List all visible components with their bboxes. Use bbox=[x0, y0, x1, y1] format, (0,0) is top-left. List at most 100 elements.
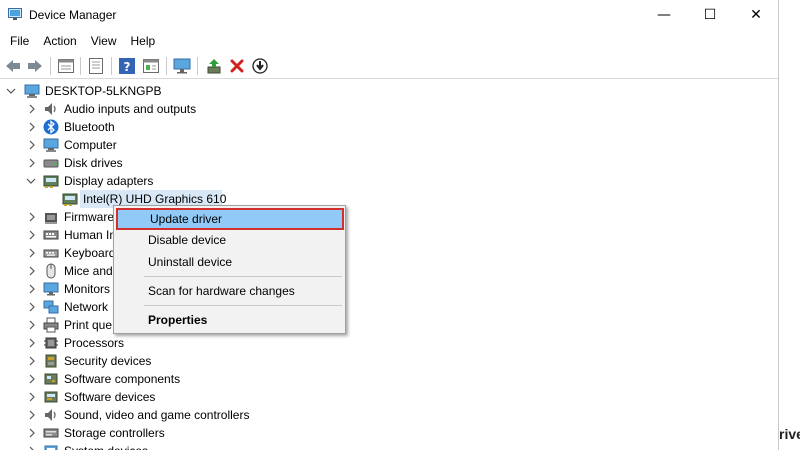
chevron-right-icon[interactable] bbox=[27, 262, 37, 280]
tree-item-label: Audio inputs and outputs bbox=[64, 102, 197, 116]
view-pane-icon[interactable] bbox=[141, 56, 161, 76]
context-update-driver[interactable]: Update driver bbox=[116, 208, 344, 230]
context-uninstall-device[interactable]: Uninstall device bbox=[116, 251, 344, 273]
tree-category-row[interactable]: Software components bbox=[0, 370, 400, 388]
tree-category-row[interactable]: Display adapters bbox=[0, 172, 400, 190]
toolbar-separator bbox=[197, 57, 198, 75]
tree-item-label: Storage controllers bbox=[64, 426, 165, 440]
disk-icon bbox=[43, 159, 59, 168]
mouse-icon bbox=[46, 263, 56, 279]
menu-view[interactable]: View bbox=[84, 31, 124, 51]
monitor-icon[interactable] bbox=[172, 56, 192, 76]
chevron-right-icon[interactable] bbox=[27, 406, 37, 424]
tree-item-label: Print que bbox=[64, 318, 113, 332]
chevron-right-icon[interactable] bbox=[27, 280, 37, 298]
toolbar-separator bbox=[50, 57, 51, 75]
chevron-right-icon[interactable] bbox=[27, 316, 37, 334]
chevron-right-icon[interactable] bbox=[27, 388, 37, 406]
computer-icon bbox=[43, 138, 59, 152]
forward-icon[interactable] bbox=[25, 56, 45, 76]
toolbar: ? bbox=[0, 53, 778, 79]
printer-icon bbox=[43, 317, 59, 333]
tree-category-row[interactable]: Security devices bbox=[0, 352, 400, 370]
update-driver-icon[interactable] bbox=[204, 56, 224, 76]
chevron-right-icon[interactable] bbox=[27, 442, 37, 450]
tree-category-row[interactable]: System devices bbox=[0, 442, 400, 450]
chevron-right-icon[interactable] bbox=[27, 244, 37, 262]
uninstall-icon[interactable] bbox=[227, 56, 247, 76]
device-manager-icon bbox=[8, 8, 22, 20]
system-icon bbox=[44, 445, 58, 450]
help-icon[interactable]: ? bbox=[117, 56, 137, 76]
tree-root-label: DESKTOP-5LKNGPB bbox=[45, 84, 162, 98]
software-component-icon bbox=[44, 373, 58, 385]
background-area bbox=[780, 0, 800, 450]
display-adapter-icon bbox=[62, 193, 78, 206]
context-properties[interactable]: Properties bbox=[116, 309, 344, 331]
toolbar-separator bbox=[111, 57, 112, 75]
tree-item-label: Human In bbox=[64, 228, 117, 242]
chevron-right-icon[interactable] bbox=[27, 334, 37, 352]
chevron-right-icon[interactable] bbox=[27, 298, 37, 316]
chevron-right-icon[interactable] bbox=[27, 352, 37, 370]
keyboard-icon bbox=[43, 249, 59, 258]
chevron-down-icon[interactable] bbox=[26, 172, 36, 190]
document-icon[interactable] bbox=[86, 56, 106, 76]
back-icon[interactable] bbox=[3, 56, 23, 76]
maximize-button[interactable]: ☐ bbox=[687, 0, 733, 30]
close-button[interactable]: ✕ bbox=[733, 0, 778, 30]
tree-item-label: Monitors bbox=[64, 282, 111, 296]
minimize-button[interactable]: — bbox=[641, 0, 687, 30]
tree-category-row[interactable]: Software devices bbox=[0, 388, 400, 406]
tree-category-row[interactable]: Disk drives bbox=[0, 154, 400, 172]
chevron-right-icon[interactable] bbox=[27, 154, 37, 172]
firmware-icon bbox=[45, 213, 57, 224]
processor-icon bbox=[44, 337, 58, 349]
network-icon bbox=[43, 300, 59, 314]
install-icon[interactable] bbox=[250, 56, 270, 76]
tree-root[interactable]: DESKTOP-5LKNGPB bbox=[0, 82, 300, 100]
tree-item-label: Software components bbox=[64, 372, 181, 386]
tree-category-row[interactable]: Computer bbox=[0, 136, 400, 154]
toolbar-separator bbox=[80, 57, 81, 75]
menu-action[interactable]: Action bbox=[36, 31, 83, 51]
tree-item-label: Display adapters bbox=[64, 174, 154, 188]
title-bar[interactable]: Device Manager — ☐ ✕ bbox=[0, 0, 778, 30]
chevron-right-icon[interactable] bbox=[27, 100, 37, 118]
chevron-right-icon[interactable] bbox=[27, 136, 37, 154]
chevron-right-icon[interactable] bbox=[27, 118, 37, 136]
bluetooth-icon bbox=[43, 119, 59, 135]
storage-icon bbox=[43, 428, 59, 438]
display-adapter-icon bbox=[43, 175, 59, 188]
svg-text:?: ? bbox=[124, 60, 131, 74]
tree-category-row[interactable]: Bluetooth bbox=[0, 118, 400, 136]
chevron-down-icon[interactable] bbox=[6, 82, 16, 100]
tree-category-row[interactable]: Storage controllers bbox=[0, 424, 400, 442]
context-separator bbox=[144, 276, 342, 277]
menu-bar: File Action View Help bbox=[0, 31, 778, 51]
context-scan-hardware[interactable]: Scan for hardware changes bbox=[116, 280, 344, 302]
chevron-right-icon[interactable] bbox=[27, 208, 37, 226]
background-text: rive bbox=[779, 426, 800, 442]
tree-item-label: Disk drives bbox=[64, 156, 123, 170]
tree-item-label: Sound, video and game controllers bbox=[64, 408, 250, 422]
tree-item-label: Intel(R) UHD Graphics 610 bbox=[83, 192, 227, 206]
tree-category-row[interactable]: Audio inputs and outputs bbox=[0, 100, 400, 118]
context-disable-device[interactable]: Disable device bbox=[116, 229, 344, 251]
properties-sheet-icon[interactable] bbox=[56, 56, 76, 76]
tree-item-label: Computer bbox=[64, 138, 117, 152]
toolbar-separator bbox=[166, 57, 167, 75]
window-title: Device Manager bbox=[29, 8, 117, 22]
context-separator bbox=[144, 305, 342, 306]
chevron-right-icon[interactable] bbox=[27, 370, 37, 388]
menu-file[interactable]: File bbox=[0, 31, 36, 51]
chevron-right-icon[interactable] bbox=[27, 424, 37, 442]
menu-help[interactable]: Help bbox=[124, 31, 163, 51]
tree-category-row[interactable]: Sound, video and game controllers bbox=[0, 406, 400, 424]
chevron-right-icon[interactable] bbox=[27, 226, 37, 244]
tree-item-label: Software devices bbox=[64, 390, 156, 404]
tree-item-label: Security devices bbox=[64, 354, 152, 368]
tree-item-label: Bluetooth bbox=[64, 120, 115, 134]
tree-category-row[interactable]: Processors bbox=[0, 334, 400, 352]
tree-item-label: Firmware bbox=[64, 210, 114, 224]
